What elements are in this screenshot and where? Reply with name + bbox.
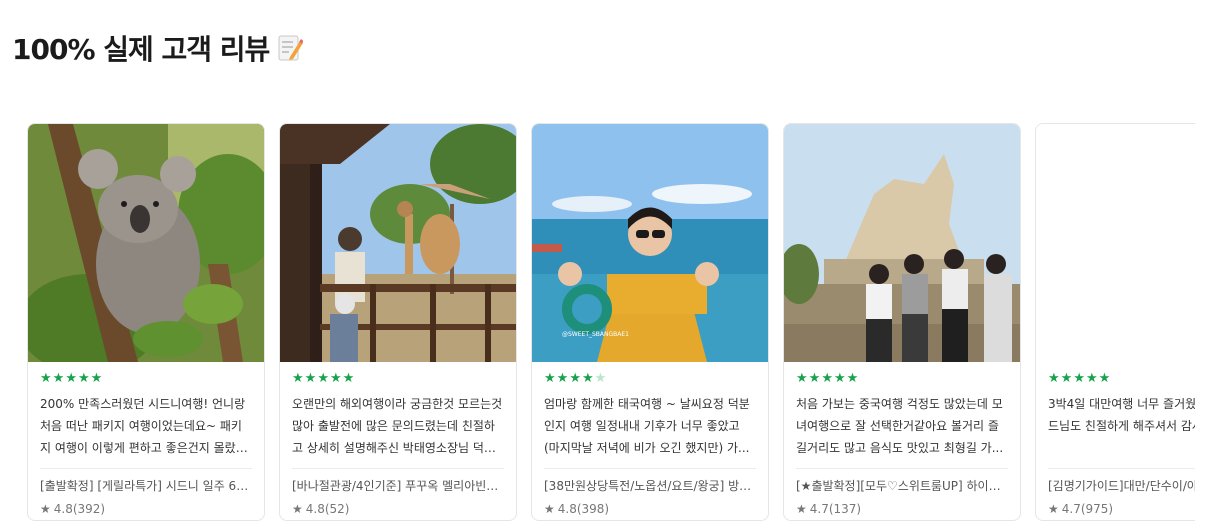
- star-icon: ★: [292, 371, 304, 386]
- product-link[interactable]: [김명기가이드]대만/단수이/야류...: [1048, 477, 1195, 494]
- star-rating: ★ ★ ★ ★ ★: [40, 372, 252, 386]
- product-rating: ★ 4.8(398): [544, 502, 756, 516]
- review-text: 오랜만의 해외여행이라 궁금한것 모르는것 많아 출발전에 많은 문의드렸는데 …: [292, 397, 503, 455]
- star-icon: ★: [342, 371, 355, 386]
- star-icon: ★: [77, 371, 90, 386]
- review-photo: @SWEET_SBANGBAE1: [532, 124, 768, 362]
- star-icon: ★: [1073, 371, 1085, 386]
- star-icon: ★: [821, 371, 833, 386]
- review-photo: [280, 124, 516, 362]
- star-icon: ★: [556, 371, 569, 386]
- product-rating: ★ 4.8(52): [292, 502, 504, 516]
- star-icon: ★: [292, 502, 303, 516]
- star-rating: ★ ★ ★ ★ ★: [292, 372, 504, 386]
- product-link[interactable]: [바나절관광/4인기준] 푸꾸옥 멜리아빈펄 ...: [292, 477, 504, 494]
- star-rating: ★ ★ ★ ★ ★: [544, 372, 756, 386]
- product-rating: ★ 4.8(392): [40, 502, 252, 516]
- review-photo-empty: [1036, 124, 1195, 362]
- review-card[interactable]: ★ ★ ★ ★ ★ 오랜만의 해외여행이라 궁금한것 모르는것 많아 출발전에 많은 문…: [279, 123, 517, 521]
- star-icon: ★: [544, 371, 556, 386]
- star-icon: ★: [1098, 371, 1111, 386]
- star-icon: ★: [304, 371, 317, 386]
- star-rating: ★ ★ ★ ★ ★: [796, 372, 1008, 386]
- star-icon: ★: [808, 371, 821, 386]
- review-text: 200% 만족스러웠던 시드니여행! 언니랑 처음 떠난 패키지 여행이었는데요…: [40, 397, 247, 455]
- divider: [544, 468, 756, 469]
- star-icon: ★: [594, 371, 607, 386]
- star-icon: ★: [52, 371, 65, 386]
- review-card[interactable]: ★★★★★ 3박4일 대만여행 너무 즐거웠어요 기 가이드님도 친절하게 해주…: [1035, 123, 1195, 521]
- star-icon: ★: [846, 371, 859, 386]
- photo-watermark: @SWEET_SBANGBAE1: [562, 331, 629, 338]
- star-icon: ★: [317, 371, 329, 386]
- star-icon: ★: [1085, 371, 1098, 386]
- divider: [1048, 468, 1195, 469]
- rating-value: 4.8(392): [53, 502, 106, 516]
- star-icon: ★: [1060, 371, 1073, 386]
- rating-value: 4.7(975): [1061, 502, 1114, 516]
- star-icon: ★: [796, 371, 808, 386]
- review-text: 3박4일 대만여행 너무 즐거웠어요 기 가이드님도 친절하게 해주셔서 감사했…: [1048, 397, 1195, 433]
- product-link[interactable]: [38만원상당특전/노옵션/요트/왕궁] 방콕...: [544, 477, 756, 494]
- review-photo: [784, 124, 1020, 362]
- star-icon: ★: [833, 371, 846, 386]
- star-icon: ★: [1048, 371, 1060, 386]
- review-card[interactable]: @SWEET_SBANGBAE1 ★ ★ ★ ★ ★ 엄마랑 함께한 태국여행 ~ 날씨…: [531, 123, 769, 521]
- review-photo: [28, 124, 264, 362]
- star-icon: ★: [90, 371, 103, 386]
- star-icon: ★: [569, 371, 581, 386]
- product-link[interactable]: [★출발확정][모두♡스위트룸UP] 하이난 ...: [796, 477, 1008, 494]
- divider: [796, 468, 1008, 469]
- review-card[interactable]: ★ ★ ★ ★ ★ 처음 가보는 중국여행 걱정도 많았는데 모녀여행으로 잘 선택한거…: [783, 123, 1021, 521]
- review-card[interactable]: ★ ★ ★ ★ ★ 200% 만족스러웠던 시드니여행! 언니랑 처음 떠난 패키지 여…: [27, 123, 265, 521]
- product-link[interactable]: [출발확정] [게릴라특가] 시드니 일주 6일 (...: [40, 477, 252, 494]
- rating-value: 4.7(137): [809, 502, 862, 516]
- star-icon: ★: [796, 502, 807, 516]
- memo-icon: [277, 33, 304, 63]
- star-icon: ★: [544, 502, 555, 516]
- star-icon: ★: [65, 371, 77, 386]
- star-icon: ★: [581, 371, 594, 386]
- star-icon: ★: [40, 371, 52, 386]
- review-text: 처음 가보는 중국여행 걱정도 많았는데 모녀여행으로 잘 선택한거같아요 볼거…: [796, 397, 1004, 455]
- rating-value: 4.8(398): [557, 502, 610, 516]
- rating-value: 4.8(52): [305, 502, 350, 516]
- product-rating: ★ 4.7(975): [1048, 502, 1195, 516]
- review-carousel[interactable]: ★ ★ ★ ★ ★ 200% 만족스러웠던 시드니여행! 언니랑 처음 떠난 패키지 여…: [27, 123, 1195, 529]
- section-header: 100% 실제 고객 리뷰: [12, 28, 304, 68]
- divider: [292, 468, 504, 469]
- product-rating: ★ 4.7(137): [796, 502, 1008, 516]
- star-rating: ★ ★ ★ ★ ★: [1048, 372, 1195, 386]
- section-title: 100% 실제 고객 리뷰: [12, 33, 270, 66]
- star-icon: ★: [40, 502, 51, 516]
- review-text: 엄마랑 함께한 태국여행 ~ 날씨요정 덕분인지 여행 일정내내 기후가 너무 …: [544, 397, 750, 455]
- star-icon: ★: [329, 371, 342, 386]
- divider: [40, 468, 252, 469]
- star-icon: ★: [1048, 502, 1059, 516]
